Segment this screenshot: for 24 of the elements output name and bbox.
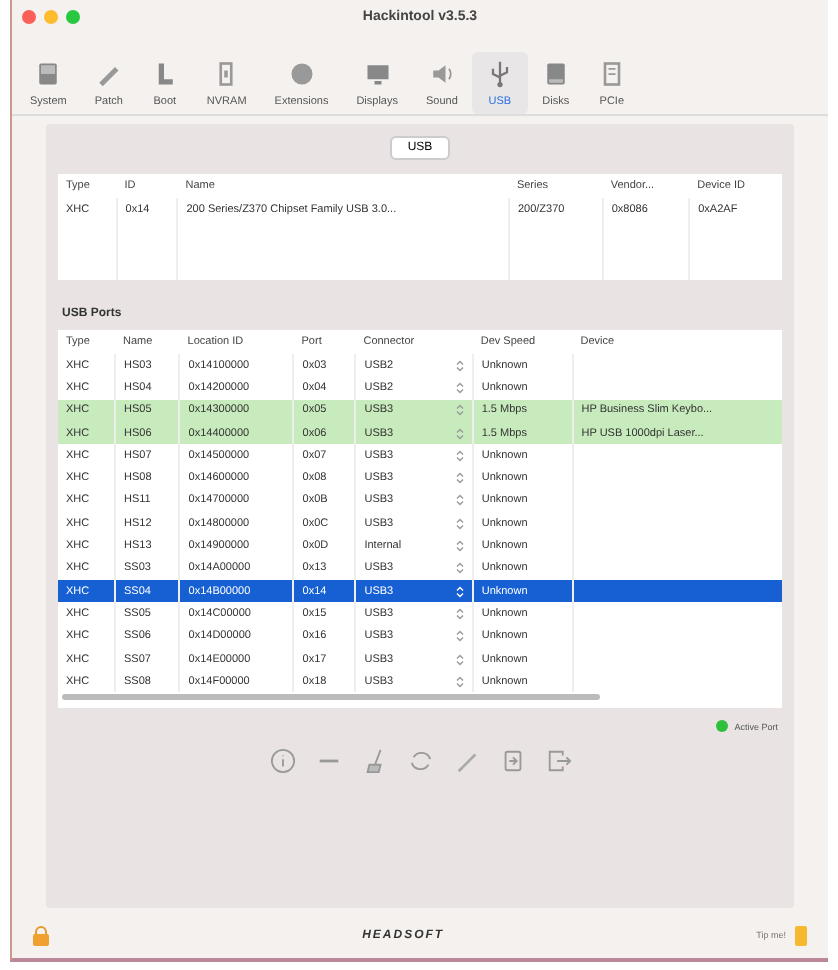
updown-icon[interactable] [455,675,464,688]
updown-icon[interactable] [455,562,464,575]
updown-icon[interactable] [455,449,464,462]
updown-icon[interactable] [455,472,464,485]
updown-icon[interactable] [455,517,464,530]
updown-icon[interactable] [455,494,464,507]
import-icon[interactable] [499,748,525,775]
minimize-button[interactable] [44,9,58,23]
info-icon[interactable] [269,748,295,775]
lock-icon[interactable] [32,925,50,945]
updown-icon[interactable] [455,381,464,394]
updown-icon[interactable] [455,653,464,665]
updown-icon[interactable] [455,359,464,372]
pencil-icon[interactable] [453,748,479,775]
horizontal-scrollbar[interactable] [62,694,599,701]
refresh-icon[interactable] [407,748,433,775]
computer-icon [34,58,63,90]
close-button[interactable] [22,9,36,23]
updown-icon[interactable] [455,607,464,620]
zoom-button[interactable] [66,9,80,23]
broom-icon[interactable] [361,748,387,775]
updown-icon[interactable] [455,630,464,643]
export-icon[interactable] [545,748,571,775]
updown-icon[interactable] [455,540,464,553]
